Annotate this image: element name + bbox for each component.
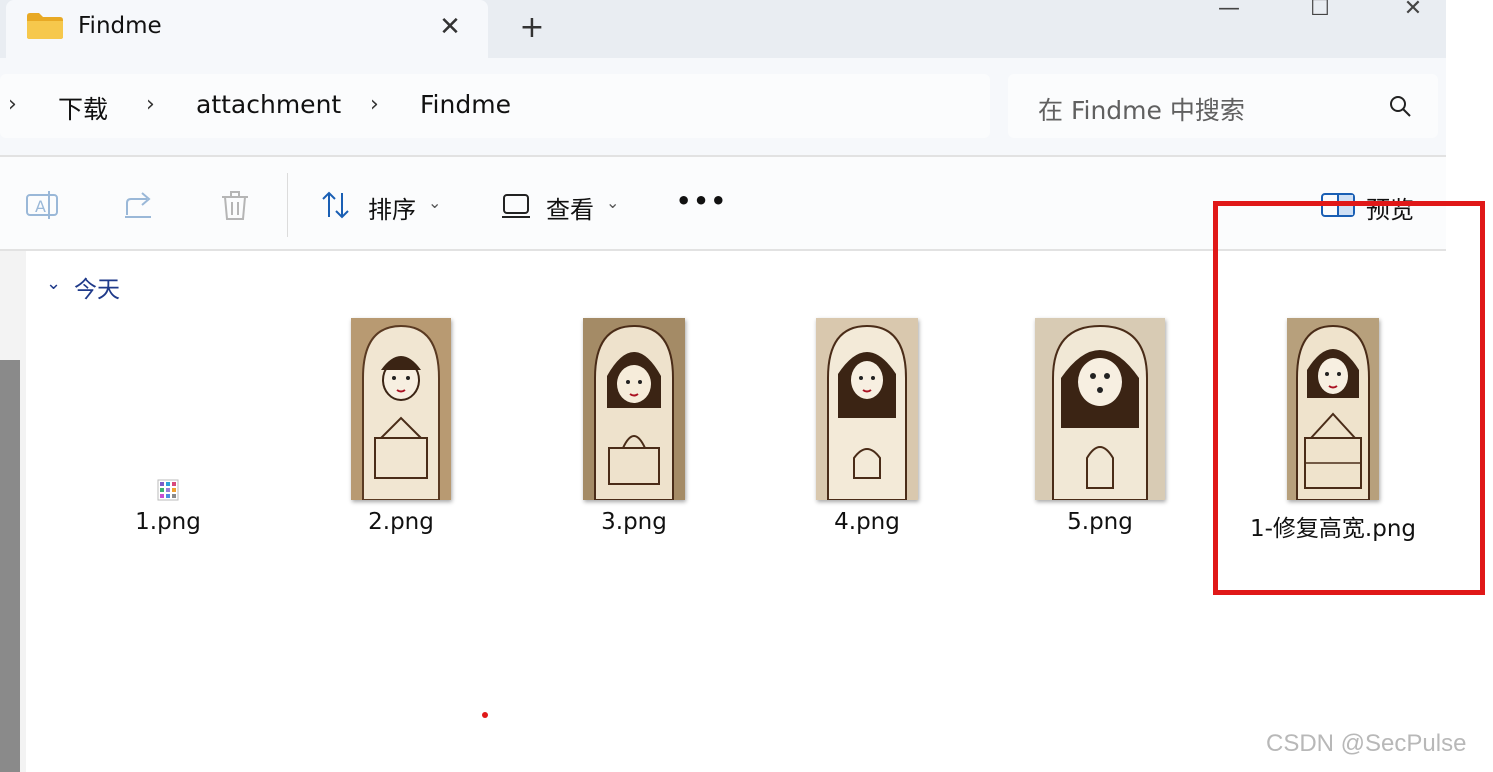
close-window-button[interactable]: ✕ <box>1390 0 1436 22</box>
doll-thumbnail-image <box>816 318 918 500</box>
breadcrumb-chevron-icon[interactable]: › <box>8 92 17 117</box>
share-icon[interactable] <box>121 187 157 223</box>
search-input[interactable]: 在 Findme 中搜索 <box>1008 74 1438 138</box>
breadcrumb-chevron-icon[interactable]: › <box>370 92 379 117</box>
file-item[interactable]: 4.png <box>762 311 972 551</box>
title-bar: Findme ✕ + — ☐ ✕ <box>0 0 1446 58</box>
annotation-dot <box>482 712 488 718</box>
view-icon <box>502 194 530 218</box>
sort-label: 排序 <box>368 196 416 224</box>
breadcrumb-chevron-icon[interactable]: › <box>146 92 155 117</box>
search-placeholder: 在 Findme 中搜索 <box>1038 96 1245 125</box>
file-name: 3.png <box>601 509 667 535</box>
svg-text:A: A <box>35 197 46 216</box>
toolbar-separator <box>287 173 288 237</box>
chevron-down-icon[interactable]: ⌄ <box>46 273 61 294</box>
highlight-annotation-box <box>1213 201 1485 595</box>
doll-thumbnail-image <box>351 318 451 500</box>
more-options-button[interactable]: ••• <box>676 187 728 215</box>
folder-icon <box>27 13 63 39</box>
address-row: › 下载 › attachment › Findme 在 Findme 中搜索 <box>0 58 1446 156</box>
tab-close-button[interactable]: ✕ <box>430 8 470 46</box>
tab-findme[interactable]: Findme ✕ <box>6 0 488 58</box>
file-item[interactable]: 1.png <box>63 311 273 551</box>
file-name: 4.png <box>834 509 900 535</box>
group-header-today[interactable]: 今天 <box>74 270 120 304</box>
new-tab-button[interactable]: + <box>512 8 552 48</box>
tab-title: Findme <box>78 13 162 39</box>
minimize-button[interactable]: — <box>1206 0 1252 22</box>
file-name: 5.png <box>1067 509 1133 535</box>
image-file-icon <box>157 479 179 501</box>
file-item[interactable]: 2.png <box>296 311 506 551</box>
doll-thumbnail-image <box>583 318 685 500</box>
rename-icon[interactable]: A <box>24 187 60 223</box>
maximize-button[interactable]: ☐ <box>1297 0 1343 22</box>
trash-icon[interactable] <box>217 187 253 223</box>
file-item[interactable]: 5.png <box>995 311 1205 551</box>
navigation-scrollbar[interactable] <box>0 360 20 772</box>
search-icon[interactable] <box>1388 94 1412 118</box>
view-label: 查看 <box>546 196 594 224</box>
address-bar[interactable]: › 下载 › attachment › Findme <box>0 74 990 138</box>
breadcrumb-item-downloads[interactable]: 下载 <box>58 90 108 126</box>
file-name: 1.png <box>135 509 201 535</box>
breadcrumb-item-attachment[interactable]: attachment <box>196 90 341 119</box>
breadcrumb-item-findme[interactable]: Findme <box>420 90 511 119</box>
chevron-down-icon: ⌄ <box>606 193 620 212</box>
doll-thumbnail-image <box>1035 318 1165 500</box>
watermark: CSDN @SecPulse <box>1266 730 1467 757</box>
file-item[interactable]: 3.png <box>529 311 739 551</box>
file-name: 2.png <box>368 509 434 535</box>
sort-icon <box>322 191 349 219</box>
chevron-down-icon: ⌄ <box>428 193 442 212</box>
